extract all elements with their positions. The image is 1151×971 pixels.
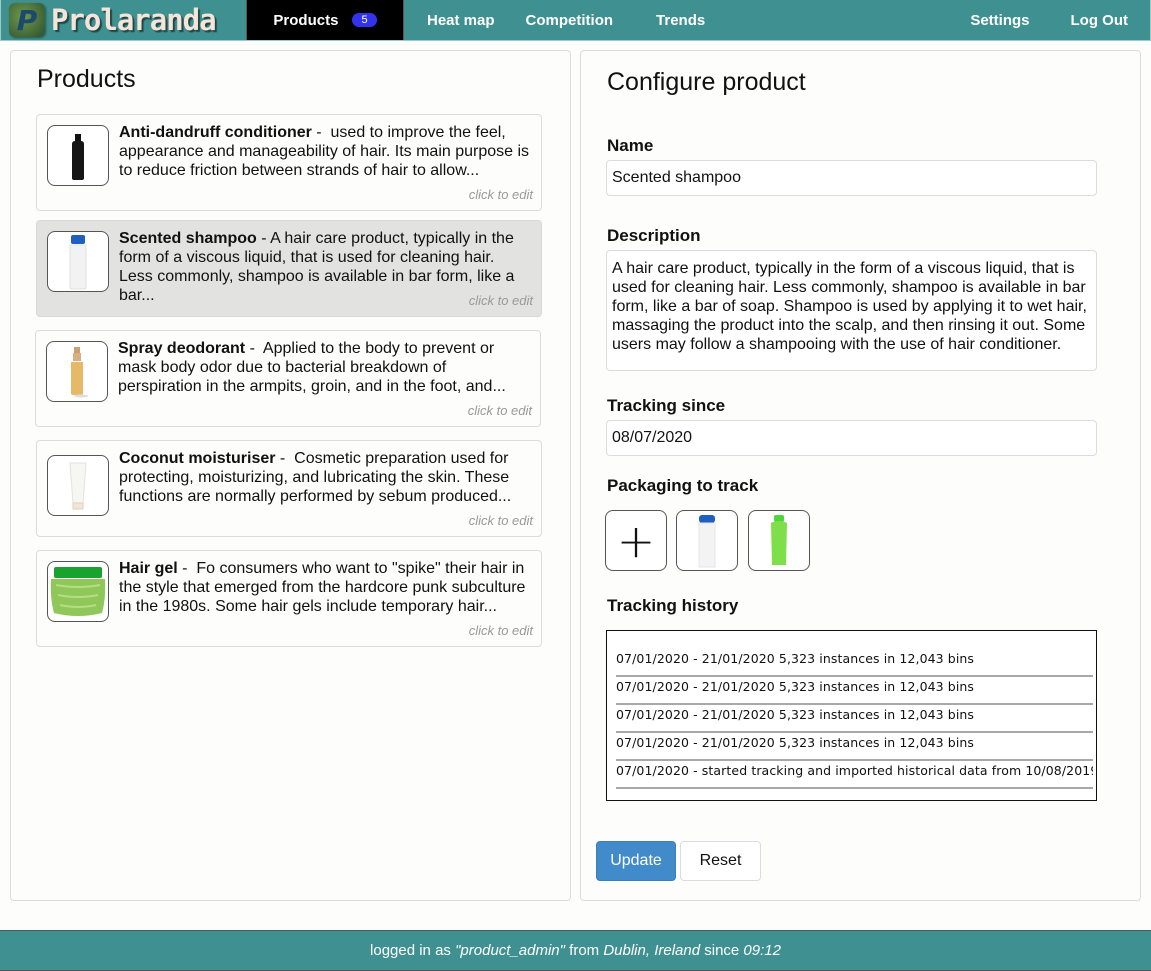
packaging-label: Packaging to track <box>607 476 759 495</box>
product-name: Coconut moisturiser <box>119 450 276 467</box>
product-card-text: Anti-dandruff conditioner - used to impr… <box>119 123 531 180</box>
spray-bottle-icon <box>46 341 108 402</box>
name-label: Name <box>607 136 654 155</box>
tracking-history-list[interactable]: 07/01/2020 - 21/01/2020 5,323 instances … <box>606 630 1097 801</box>
nav-settings[interactable]: Settings <box>970 0 1029 40</box>
product-name: Hair gel <box>119 560 178 577</box>
green-shampoo-bottle-icon <box>771 514 787 565</box>
product-card[interactable]: Anti-dandruff conditioner - used to impr… <box>36 114 542 211</box>
product-name: Scented shampoo <box>119 230 257 247</box>
packaging-item-green-bottle[interactable] <box>748 510 810 571</box>
product-separator: - <box>245 340 263 357</box>
logo-icon: P <box>9 3 45 37</box>
history-item: 07/01/2020 - 21/01/2020 5,323 instances … <box>616 649 1093 677</box>
products-title: Products <box>37 65 136 93</box>
history-item: 07/01/2020 - 21/01/2020 5,323 instances … <box>616 733 1093 761</box>
nav-heat-map[interactable]: Heat map <box>427 0 495 40</box>
products-count-badge: 5 <box>352 13 377 27</box>
product-name: Spray deodorant <box>118 340 246 357</box>
description-textarea[interactable]: A hair care product, typically in the fo… <box>606 250 1097 371</box>
tracking-since-input[interactable] <box>606 420 1097 456</box>
product-name: Anti-dandruff conditioner <box>119 124 312 141</box>
brand[interactable]: P Prolaranda <box>1 0 246 40</box>
product-separator: - <box>256 230 271 247</box>
nav-competition[interactable]: Competition <box>526 0 614 40</box>
top-navbar: P Prolaranda Products 5 Heat map Competi… <box>0 0 1151 41</box>
configure-panel: Configure product Name Description A hai… <box>580 50 1141 901</box>
history-item: 07/01/2020 - 21/01/2020 5,323 instances … <box>616 705 1093 733</box>
product-card-selected[interactable]: Scented shampoo - A hair care product, t… <box>36 220 542 317</box>
update-button[interactable]: Update <box>596 841 676 881</box>
plus-icon: + <box>616 513 656 568</box>
click-to-edit-hint: click to edit <box>468 187 533 202</box>
product-separator: - <box>177 560 197 577</box>
footer-location: Dublin, Ireland <box>603 942 701 959</box>
product-card-text: Spray deodorant - Applied to the body to… <box>118 339 530 396</box>
footer-username: "product_admin" <box>455 942 565 959</box>
cream-tube-icon <box>47 455 109 516</box>
product-card-text: Hair gel - Fo consumers who want to "spi… <box>119 559 531 616</box>
product-separator: - <box>275 450 295 467</box>
white-shampoo-bottle-icon <box>698 514 716 567</box>
product-card[interactable]: Hair gel - Fo consumers who want to "spi… <box>36 550 542 647</box>
footer-since: since <box>700 942 744 959</box>
click-to-edit-hint: click to edit <box>468 293 533 308</box>
reset-button[interactable]: Reset <box>680 841 761 881</box>
click-to-edit-hint: click to edit <box>467 403 532 418</box>
product-card-text: Coconut moisturiser - Cosmetic preparati… <box>119 449 531 506</box>
nav-logout[interactable]: Log Out <box>1071 0 1128 40</box>
status-footer: logged in as "product_admin" from Dublin… <box>0 930 1151 971</box>
product-card[interactable]: Coconut moisturiser - Cosmetic preparati… <box>36 440 542 537</box>
configure-title: Configure product <box>607 68 806 96</box>
add-packaging-button[interactable]: + <box>605 510 667 571</box>
packaging-item-white-bottle[interactable] <box>676 510 738 571</box>
footer-from: from <box>564 942 604 959</box>
footer-prefix: logged in as <box>370 942 456 959</box>
tracking-history-label: Tracking history <box>607 596 739 615</box>
footer-time: 09:12 <box>743 942 781 959</box>
brand-name: Prolaranda <box>51 3 217 37</box>
black-bottle-icon <box>47 125 109 186</box>
nav-trends[interactable]: Trends <box>656 0 705 40</box>
name-input[interactable] <box>606 160 1097 196</box>
product-separator: - <box>311 124 331 141</box>
products-panel: Products Anti-dandruff conditioner - use… <box>10 50 571 901</box>
description-label: Description <box>607 226 701 245</box>
click-to-edit-hint: click to edit <box>468 623 533 638</box>
click-to-edit-hint: click to edit <box>468 513 533 528</box>
gel-jar-icon <box>47 561 109 622</box>
white-shampoo-bottle-icon <box>47 231 109 292</box>
nav-products[interactable]: Products 5 <box>246 0 404 40</box>
history-item: 07/01/2020 - started tracking and import… <box>616 761 1093 789</box>
history-item: 07/01/2020 - 21/01/2020 5,323 instances … <box>616 677 1093 705</box>
nav-products-label: Products <box>273 11 339 29</box>
tracking-since-label: Tracking since <box>607 396 726 415</box>
product-card[interactable]: Spray deodorant - Applied to the body to… <box>35 330 541 427</box>
